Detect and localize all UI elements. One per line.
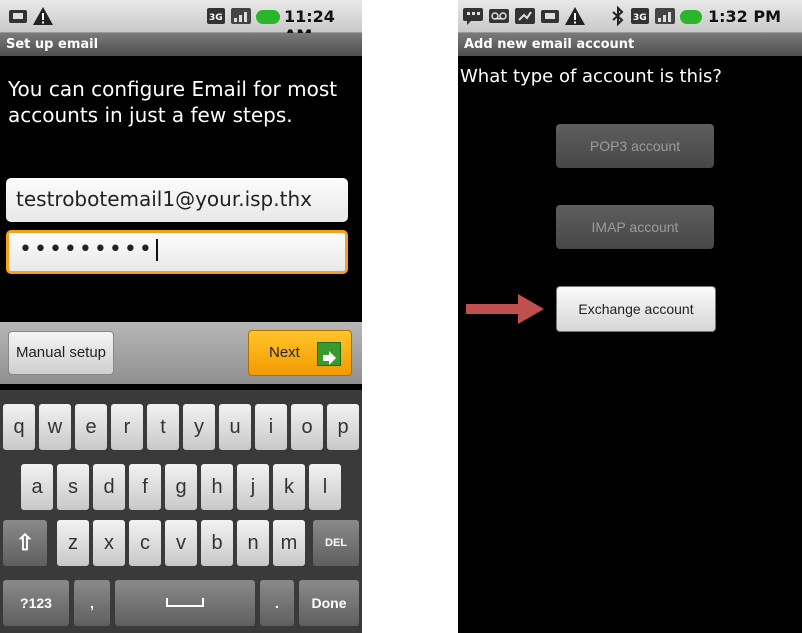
key-g[interactable]: g [165, 464, 197, 510]
password-value: ••••••••• [19, 237, 158, 262]
key-a[interactable]: a [21, 464, 53, 510]
key-p[interactable]: p [327, 404, 359, 450]
button-bar: Manual setup Next [0, 322, 362, 384]
pointer-arrow-icon [466, 294, 544, 324]
signal-icon [654, 6, 676, 30]
comma-key[interactable]: , [74, 580, 110, 626]
svg-text:3G: 3G [633, 13, 647, 23]
key-t[interactable]: t [147, 404, 179, 450]
key-s[interactable]: s [57, 464, 89, 510]
key-j[interactable]: j [237, 464, 269, 510]
signal-icon [230, 6, 252, 30]
battery-icon [256, 9, 280, 28]
key-q[interactable]: q [3, 404, 35, 450]
key-x[interactable]: x [93, 520, 125, 566]
shift-key[interactable]: ⇧ [3, 520, 47, 566]
usb-icon [8, 6, 28, 30]
key-v[interactable]: v [165, 520, 197, 566]
key-o[interactable]: o [291, 404, 323, 450]
message-icon [462, 6, 484, 30]
key-y[interactable]: y [183, 404, 215, 450]
pop3-account-button[interactable]: POP3 account [556, 124, 714, 168]
key-w[interactable]: w [39, 404, 71, 450]
manual-setup-button[interactable]: Manual setup [8, 331, 114, 375]
next-button-label: Next [269, 344, 300, 361]
key-z[interactable]: z [57, 520, 89, 566]
bluetooth-icon [610, 5, 626, 30]
sync-icon [514, 6, 536, 30]
imap-account-button[interactable]: IMAP account [556, 205, 714, 249]
key-m[interactable]: m [273, 520, 305, 566]
next-button[interactable]: Next [248, 330, 352, 376]
exchange-account-button[interactable]: Exchange account [556, 286, 716, 332]
status-time: 1:32 PM [708, 7, 782, 26]
account-type-question: What type of account is this? [460, 66, 722, 87]
period-key[interactable]: . [260, 580, 294, 626]
key-k[interactable]: k [273, 464, 305, 510]
phone-screen-account-type: 3G 1:32 PM Add new email account What ty… [458, 0, 802, 633]
done-key[interactable]: Done [299, 580, 359, 626]
warning-icon [32, 6, 54, 30]
space-key[interactable] [115, 580, 255, 626]
screen-title: Set up email [0, 33, 362, 56]
network-3g-icon: 3G [630, 6, 650, 30]
svg-text:3G: 3G [209, 13, 223, 23]
text-cursor [155, 239, 158, 261]
status-bar: 3G 11:24 AM [0, 0, 362, 45]
arrow-right-icon [317, 342, 341, 366]
key-d[interactable]: d [93, 464, 125, 510]
key-l[interactable]: l [309, 464, 341, 510]
intro-text: You can configure Email for most account… [8, 77, 338, 127]
key-e[interactable]: e [75, 404, 107, 450]
password-field[interactable]: ••••••••• [6, 230, 348, 274]
screen-title: Add new email account [458, 33, 802, 56]
voicemail-icon [488, 6, 510, 30]
key-b[interactable]: b [201, 520, 233, 566]
email-field[interactable]: testrobotemail1@your.isp.thx [6, 178, 348, 222]
key-r[interactable]: r [111, 404, 143, 450]
key-h[interactable]: h [201, 464, 233, 510]
battery-icon [680, 9, 702, 28]
key-c[interactable]: c [129, 520, 161, 566]
status-bar: 3G 1:32 PM [458, 0, 802, 33]
key-n[interactable]: n [237, 520, 269, 566]
email-value: testrobotemail1@your.isp.thx [16, 187, 312, 211]
warning-icon [564, 6, 586, 30]
key-f[interactable]: f [129, 464, 161, 510]
space-bar-icon [165, 595, 205, 611]
phone-screen-setup-email: 3G 11:24 AM Set up email You can configu… [0, 0, 362, 633]
usb-icon [540, 6, 560, 30]
network-3g-icon: 3G [206, 6, 226, 30]
delete-key[interactable]: DEL [313, 520, 359, 566]
key-u[interactable]: u [219, 404, 251, 450]
key-i[interactable]: i [255, 404, 287, 450]
soft-keyboard: q w e r t y u i o p a s d f g h j k l ⇧ z x c v b n m DEL ?123,. Done [0, 390, 362, 633]
symbols-key[interactable]: ?123 [3, 580, 69, 626]
